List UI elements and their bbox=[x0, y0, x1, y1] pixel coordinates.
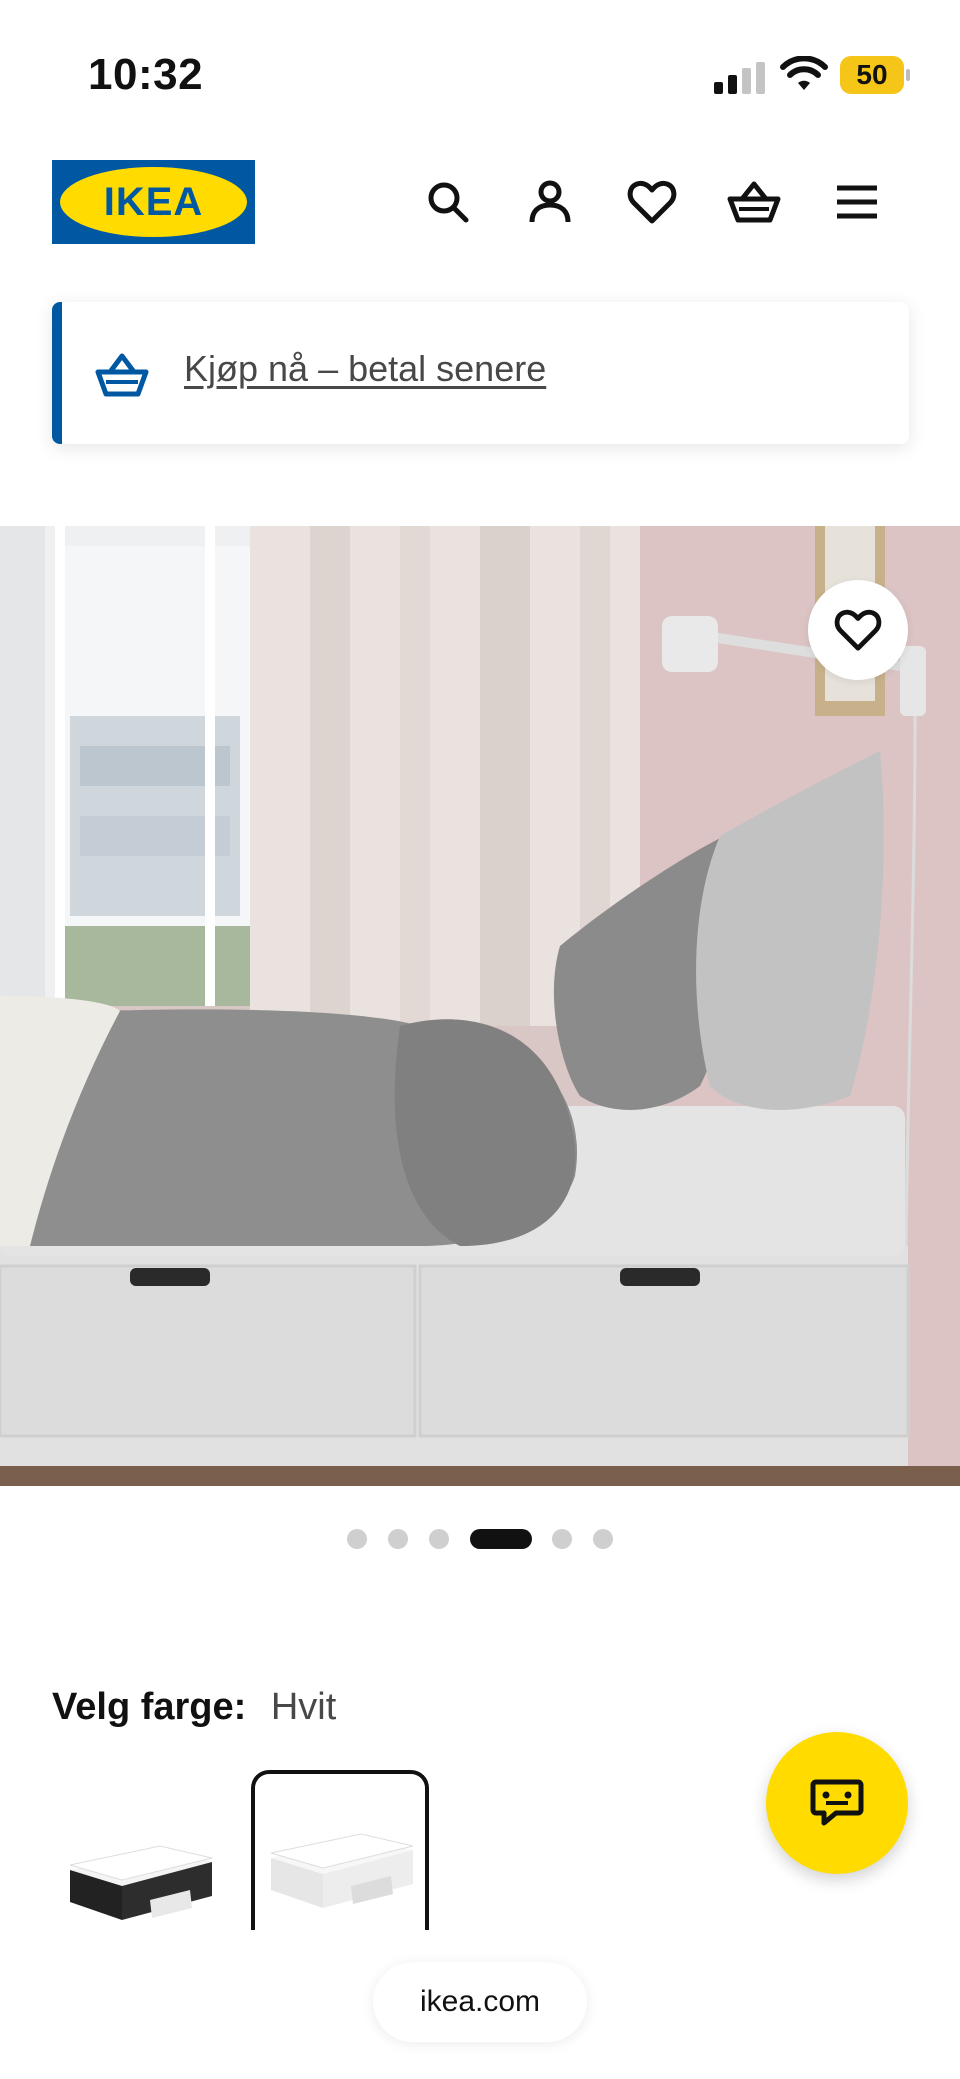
menu-icon[interactable] bbox=[827, 172, 887, 232]
color-label: Velg farge: bbox=[52, 1686, 247, 1728]
cellular-signal-icon bbox=[714, 62, 765, 94]
battery-level: 50 bbox=[840, 56, 904, 94]
basket-icon bbox=[95, 353, 149, 397]
carousel-dot[interactable] bbox=[388, 1529, 408, 1549]
heart-icon[interactable] bbox=[622, 172, 682, 232]
carousel-dot[interactable] bbox=[347, 1529, 367, 1549]
wifi-icon bbox=[780, 56, 828, 90]
carousel-dot[interactable] bbox=[593, 1529, 613, 1549]
image-carousel-indicator bbox=[0, 1526, 960, 1552]
add-to-favorites-button[interactable] bbox=[808, 580, 908, 680]
bed-photo-illustration bbox=[0, 526, 960, 1486]
selected-color-value: Hvit bbox=[270, 1686, 337, 1728]
chat-icon bbox=[810, 1779, 864, 1826]
status-time: 10:32 bbox=[88, 50, 204, 99]
carousel-dot[interactable] bbox=[552, 1529, 572, 1549]
black-bed-swatch[interactable] bbox=[60, 1770, 238, 1930]
carousel-dot[interactable] bbox=[429, 1529, 449, 1549]
logo-text: IKEA bbox=[103, 179, 204, 224]
browser-url-bar[interactable]: ikea.com bbox=[373, 1962, 587, 2042]
ikea-logo[interactable]: IKEA bbox=[52, 160, 255, 244]
promo-link[interactable]: Kjøp nå – betal senere bbox=[184, 348, 546, 390]
product-image[interactable] bbox=[0, 526, 960, 1486]
buy-now-pay-later-banner[interactable]: Kjøp nå – betal senere bbox=[52, 302, 909, 444]
site-header: IKEA bbox=[0, 160, 960, 246]
search-icon[interactable] bbox=[418, 172, 478, 232]
chat-button[interactable] bbox=[766, 1732, 908, 1874]
battery-indicator: 50 bbox=[840, 56, 910, 96]
carousel-dot-active[interactable] bbox=[470, 1529, 532, 1549]
user-icon[interactable] bbox=[520, 172, 580, 232]
color-selector-heading: Velg farge: Hvit bbox=[52, 1686, 336, 1729]
white-bed-swatch[interactable] bbox=[251, 1770, 429, 1930]
promo-accent-bar bbox=[52, 302, 62, 444]
basket-icon[interactable] bbox=[724, 172, 784, 232]
heart-icon bbox=[834, 609, 882, 651]
status-bar: 10:32 50 bbox=[0, 0, 960, 130]
